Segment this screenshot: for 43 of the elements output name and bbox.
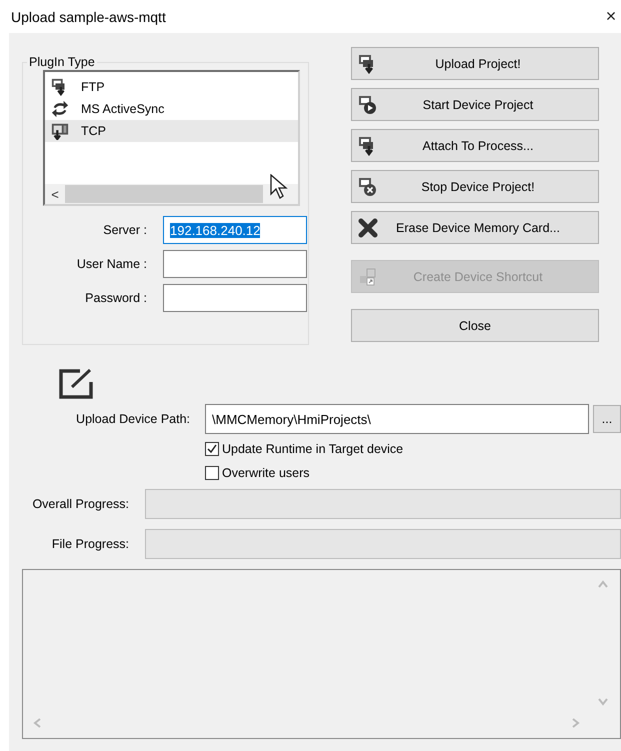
field-label: Password : xyxy=(84,291,147,305)
browse-button[interactable]: ... xyxy=(593,405,621,433)
list-item[interactable]: TCP xyxy=(45,120,298,142)
monitor-download-icon xyxy=(51,122,69,140)
scroll-thumb[interactable] xyxy=(65,185,263,203)
input-field[interactable] xyxy=(163,284,307,312)
cross-icon xyxy=(358,218,378,238)
edit-icon xyxy=(58,368,96,400)
window-title: Upload sample-aws-mqtt xyxy=(11,8,166,24)
shortcut-icon xyxy=(358,266,378,286)
field-label: Server : xyxy=(102,223,147,237)
button[interactable]: Stop Device Project! xyxy=(351,170,599,203)
list-item[interactable]: MS ActiveSync xyxy=(45,98,298,120)
list-item[interactable]: FTP xyxy=(45,76,298,98)
button[interactable]: Upload Project! xyxy=(351,47,599,80)
monitor-play-icon xyxy=(358,94,378,114)
checkbox[interactable] xyxy=(205,442,219,456)
progress-label: File Progress: xyxy=(50,537,129,551)
path-field[interactable]: \MMCMemory\HmiProjects\ xyxy=(205,404,589,434)
scroll-right-icon[interactable] xyxy=(572,718,580,728)
sync-arrows-icon xyxy=(51,100,69,118)
field-label: Upload Device Path: xyxy=(75,412,190,426)
progress-label: Overall Progress: xyxy=(31,497,129,511)
button[interactable]: Close xyxy=(351,309,599,342)
checkbox[interactable] xyxy=(205,466,219,480)
button[interactable]: Start Device Project xyxy=(351,88,599,121)
input-field[interactable]: 192.168.240.12 xyxy=(163,216,307,244)
input-field[interactable] xyxy=(163,250,307,278)
scroll-left-icon[interactable] xyxy=(33,718,41,728)
scroll-down-icon[interactable] xyxy=(598,698,608,706)
scroll-up-icon[interactable] xyxy=(598,580,608,588)
checkbox-label: Update Runtime in Target device xyxy=(222,442,404,456)
button[interactable]: Attach To Process... xyxy=(351,129,599,162)
field-label: User Name : xyxy=(76,257,147,271)
scroll-left-button[interactable]: < xyxy=(45,186,65,202)
plugin-list[interactable]: FTP MS ActiveSync TCP < xyxy=(43,70,300,206)
monitor-stop-icon xyxy=(358,176,378,196)
checkbox-label: Overwrite users xyxy=(222,466,310,480)
group-label: PlugIn Type xyxy=(28,55,96,69)
horizontal-scrollbar[interactable]: < xyxy=(45,184,298,204)
button: Create Device Shortcut xyxy=(351,260,599,293)
button[interactable]: Erase Device Memory Card... xyxy=(351,211,599,244)
close-button[interactable]: × xyxy=(601,6,621,27)
